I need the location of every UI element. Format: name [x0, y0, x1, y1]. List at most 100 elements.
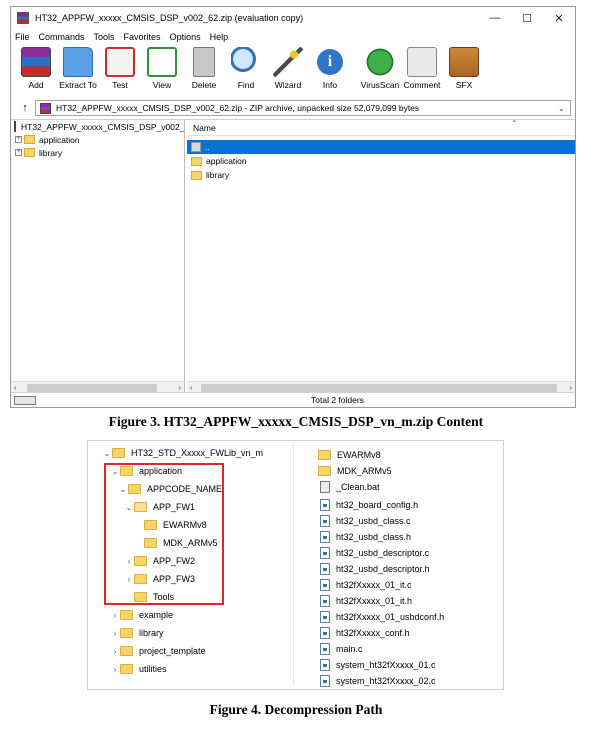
folder-icon [318, 450, 331, 460]
file-item[interactable]: ht32fXxxxx_01_usbdconf.h [320, 609, 444, 625]
folder-icon [24, 135, 35, 144]
comment-icon [407, 47, 437, 77]
view-button[interactable]: View [141, 47, 183, 90]
menu-tools[interactable]: Tools [94, 32, 115, 42]
delete-icon [193, 47, 215, 77]
maximize-button[interactable]: ☐ [511, 12, 543, 25]
extract-icon [63, 47, 93, 77]
chevron-right-icon[interactable]: › [110, 629, 120, 638]
delete-button[interactable]: Delete [183, 47, 225, 90]
tree-item-project-template[interactable]: › project_template [110, 643, 206, 659]
comment-label: Comment [403, 80, 441, 90]
file-item[interactable]: system_ht32fXxxxx_01.c [320, 657, 436, 673]
tree-item-example[interactable]: › example [110, 607, 173, 623]
file-item[interactable]: ht32fXxxxx_01_it.h [320, 593, 412, 609]
file-item[interactable]: ht32_usbd_class.h [320, 529, 411, 545]
file-item[interactable]: ht32_usbd_class.c [320, 513, 411, 529]
virusscan-button[interactable]: VirusScan [359, 47, 401, 90]
chevron-right-icon[interactable]: › [110, 647, 120, 656]
title-bar: HT32_APPFW_xxxxx_CMSIS_DSP_v002_62.zip (… [11, 7, 575, 29]
header-file-icon [320, 595, 330, 607]
header-file-icon [320, 499, 330, 511]
file-item[interactable]: ht32_usbd_descriptor.h [320, 561, 430, 577]
address-field[interactable]: HT32_APPFW_xxxxx_CMSIS_DSP_v002_62.zip -… [35, 100, 571, 116]
sfx-icon [449, 47, 479, 77]
file-item[interactable]: main.c [320, 641, 363, 657]
expand-icon[interactable]: + [15, 136, 22, 143]
scroll-right-icon[interactable]: › [178, 383, 184, 392]
file-item[interactable]: ht32fXxxxx_01_it.c [320, 577, 412, 593]
minimize-button[interactable]: — [479, 12, 511, 24]
close-button[interactable]: ✕ [543, 12, 575, 25]
tree-item-label: application [39, 134, 80, 145]
file-item-ewarmv8[interactable]: EWARMv8 [318, 447, 381, 463]
info-button[interactable]: i Info [309, 47, 351, 90]
test-button[interactable]: Test [99, 47, 141, 90]
status-text: Total 2 folders [311, 395, 364, 405]
scroll-left-icon[interactable]: ‹ [11, 383, 17, 392]
up-arrow-icon[interactable]: ↑ [15, 102, 35, 114]
menu-commands[interactable]: Commands [39, 32, 85, 42]
c-file-icon [320, 659, 330, 671]
file-item-label: ht32fXxxxx_01_it.c [336, 580, 412, 590]
folder-icon [24, 148, 35, 157]
sfx-button[interactable]: SFX [443, 47, 485, 90]
column-header-label: Name [193, 122, 216, 133]
chevron-down-icon[interactable]: ⌄ [102, 449, 112, 458]
folder-icon [318, 466, 331, 476]
file-item[interactable]: ht32_usbd_descriptor.c [320, 545, 429, 561]
view-icon [147, 47, 177, 77]
c-file-icon [320, 547, 330, 559]
file-item-label: system_ht32fXxxxx_02.c [336, 676, 436, 686]
sort-up-icon: ⌃ [511, 119, 518, 128]
delete-label: Delete [191, 80, 217, 90]
file-item[interactable]: system_ht32fXxxxx_02.c [320, 673, 436, 689]
folder-icon [120, 646, 133, 656]
add-button[interactable]: Add [15, 47, 57, 90]
tree-item-label: project_template [139, 646, 206, 656]
chevron-down-icon[interactable]: ⌄ [558, 104, 570, 113]
file-item[interactable]: ht32_board_config.h [320, 497, 418, 513]
tree-item-library[interactable]: + library [11, 146, 184, 159]
sfx-label: SFX [455, 80, 473, 90]
extract-to-button[interactable]: Extract To [57, 47, 99, 90]
header-file-icon [320, 611, 330, 623]
scroll-left-icon[interactable]: ‹ [187, 383, 193, 392]
file-item[interactable]: ht32fXxxxx_conf.h [320, 625, 410, 641]
info-icon: i [315, 47, 345, 77]
expand-icon[interactable]: + [15, 149, 22, 156]
tree-item-application[interactable]: + application [11, 133, 184, 146]
menu-favorites[interactable]: Favorites [124, 32, 161, 42]
list-item-parent[interactable]: .. [187, 140, 575, 154]
c-file-icon [320, 643, 330, 655]
find-icon [231, 47, 261, 77]
wizard-button[interactable]: Wizard [267, 47, 309, 90]
c-file-icon [320, 515, 330, 527]
menu-help[interactable]: Help [210, 32, 229, 42]
list-item-application[interactable]: application [187, 154, 575, 168]
scrollbar-thumb[interactable] [27, 384, 157, 392]
tree-root[interactable]: HT32_APPFW_xxxxx_CMSIS_DSP_v002_62.zip [11, 120, 184, 133]
tree-item-utilities[interactable]: › utilities [110, 661, 167, 677]
column-header-name[interactable]: Name ⌃ [187, 119, 575, 136]
folder-icon [191, 170, 202, 180]
menu-file[interactable]: File [15, 32, 30, 42]
file-item-mdk-armv5[interactable]: MDK_ARMv5 [318, 463, 392, 479]
tree-item-root[interactable]: ⌄ HT32_STD_Xxxxx_FWLib_vn_m [102, 445, 263, 461]
extract-label: Extract To [59, 80, 97, 90]
menu-options[interactable]: Options [170, 32, 201, 42]
file-item-clean-bat[interactable]: _Clean.bat [320, 479, 380, 495]
chevron-right-icon[interactable]: › [110, 611, 120, 620]
list-item-library[interactable]: library [187, 168, 575, 182]
wizard-icon [273, 47, 303, 77]
highlight-box [104, 463, 224, 605]
scroll-right-icon[interactable]: › [569, 383, 575, 392]
comment-button[interactable]: Comment [401, 47, 443, 90]
file-item-label: ht32_board_config.h [336, 500, 419, 510]
find-button[interactable]: Find [225, 47, 267, 90]
scrollbar-thumb[interactable] [201, 384, 557, 392]
chevron-right-icon[interactable]: › [110, 665, 120, 674]
folder-icon [120, 664, 133, 674]
info-label: Info [322, 80, 338, 90]
tree-item-library[interactable]: › library [110, 625, 164, 641]
